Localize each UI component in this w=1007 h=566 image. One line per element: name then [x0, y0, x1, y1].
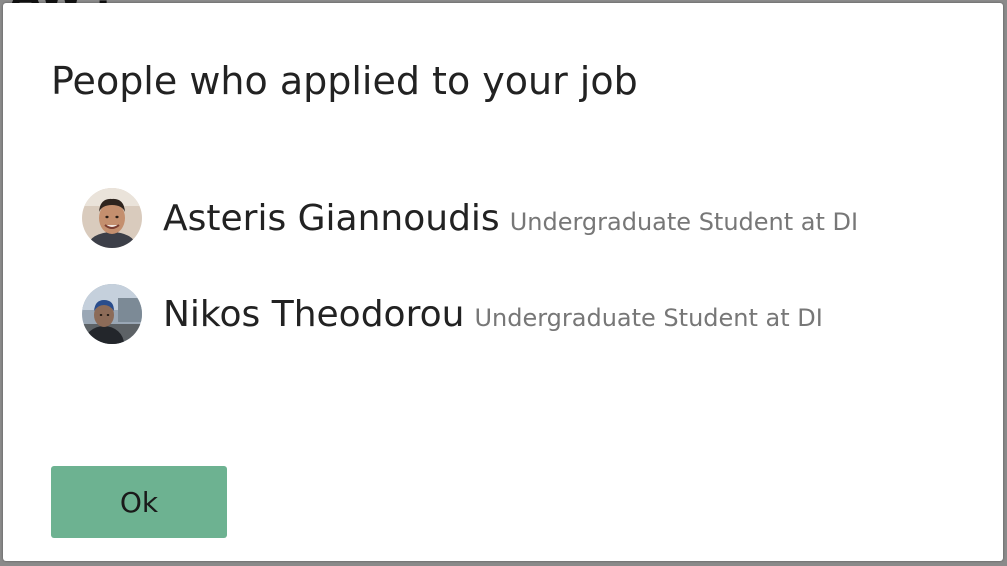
applicant-role: Undergraduate Student at DI: [474, 304, 823, 332]
applicant-name[interactable]: Nikos Theodorou: [163, 294, 464, 335]
applicant-list: Asteris Giannoudis Undergraduate Student…: [82, 187, 858, 379]
applicant-name[interactable]: Asteris Giannoudis: [163, 198, 500, 239]
avatar: [82, 188, 142, 248]
applicant-item[interactable]: Asteris Giannoudis Undergraduate Student…: [82, 187, 858, 249]
avatar: [82, 284, 142, 344]
applicant-item[interactable]: Nikos Theodorou Undergraduate Student at…: [82, 283, 858, 345]
dialog-title: People who applied to your job: [51, 59, 638, 103]
applicant-role: Undergraduate Student at DI: [509, 208, 859, 236]
profile-photo-man-smiling-icon: [82, 188, 142, 248]
ok-button[interactable]: Ok: [51, 466, 227, 538]
profile-photo-man-outdoors-icon: [82, 284, 142, 344]
applicants-dialog: People who applied to your job Asteris G…: [3, 3, 1003, 561]
